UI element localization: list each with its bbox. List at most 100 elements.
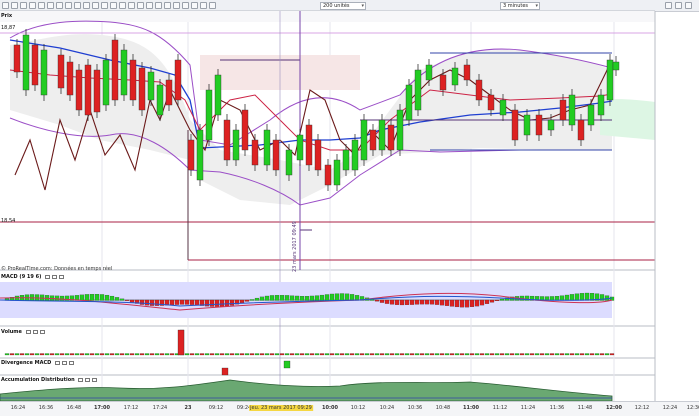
volume-bar — [369, 353, 375, 356]
volume-bar — [299, 353, 305, 356]
candle-bear — [13, 44, 21, 73]
time-tick-label: 17:24 — [152, 405, 168, 411]
volume-bar — [279, 353, 285, 356]
candle-bear — [66, 61, 74, 96]
chart-canvas[interactable] — [0, 0, 699, 401]
macd-panel-title: MACD (9 19 6) — [1, 274, 65, 280]
time-tick-label: 11:36 — [549, 405, 565, 411]
candle-bull — [205, 89, 213, 141]
macd-histogram-bar — [464, 299, 470, 308]
close-icon[interactable] — [69, 360, 75, 365]
divergence-bar — [221, 367, 229, 376]
volume-bar — [34, 353, 40, 356]
volume-bar — [489, 353, 495, 356]
candle-bull — [22, 34, 30, 91]
macd-histogram-bar — [574, 293, 580, 301]
macd-histogram-bar — [244, 299, 250, 302]
volume-bar — [194, 353, 200, 356]
close-icon[interactable] — [39, 329, 45, 334]
time-axis: 16:24 16:36 16:48 17:00 17:12 17:24 23 09:12 09:… — [0, 401, 699, 416]
volume-bar — [374, 353, 380, 356]
volume-bar — [414, 353, 420, 356]
volume-bar — [74, 353, 80, 356]
macd-histogram-bar — [389, 299, 395, 305]
candle-bear — [31, 44, 39, 86]
macd-histogram-bar — [259, 296, 265, 301]
macd-histogram-bar — [294, 295, 300, 301]
macd-histogram-bar — [279, 295, 285, 301]
candle-bull — [425, 64, 433, 81]
macd-histogram-bar — [209, 299, 215, 307]
macd-histogram-bar — [254, 297, 260, 301]
wrench-icon[interactable] — [25, 329, 31, 334]
volume-bar — [324, 353, 330, 356]
close-icon[interactable] — [92, 377, 98, 382]
volume-bar — [559, 353, 565, 356]
volume-bar — [54, 353, 60, 356]
macd-histogram-bar — [419, 299, 425, 305]
candle-bear — [57, 54, 65, 89]
volume-bar — [244, 353, 250, 356]
macd-histogram-bar — [144, 299, 150, 306]
volume-bar — [359, 353, 365, 356]
volume-bar — [94, 353, 100, 356]
volume-bar — [49, 353, 55, 356]
macd-histogram-bar — [404, 299, 410, 305]
macd-histogram-bar — [104, 294, 110, 301]
volume-bar — [409, 353, 415, 356]
macd-histogram-bar — [384, 299, 390, 304]
candle-bear — [439, 74, 447, 91]
candle-bear — [174, 59, 182, 101]
macd-histogram-bar — [409, 299, 415, 305]
candle-bear — [251, 139, 259, 166]
macd-histogram-bar — [569, 294, 575, 301]
volume-bar — [39, 353, 45, 356]
volume-bar — [259, 353, 265, 356]
volume-bar — [524, 353, 530, 356]
volume-bar — [479, 353, 485, 356]
wrench-icon[interactable] — [55, 360, 61, 365]
volume-bar — [439, 353, 445, 356]
volume-bar — [594, 353, 600, 356]
wrench-icon[interactable] — [45, 274, 51, 279]
volume-bar — [589, 353, 595, 356]
time-tick-label: jeu. 23 mars 2017 09:29 — [249, 405, 313, 411]
candle-bull — [499, 99, 507, 116]
macd-histogram-bar — [94, 294, 100, 301]
wrench-icon[interactable] — [78, 377, 84, 382]
volume-bar — [379, 353, 385, 356]
candle-bear — [475, 79, 483, 101]
macd-histogram-bar — [99, 294, 105, 301]
volume-bar — [274, 353, 280, 356]
candle-bull — [568, 94, 576, 126]
window-icon[interactable] — [85, 377, 91, 382]
candle-bull — [285, 149, 293, 176]
candle-bear — [369, 129, 377, 151]
macd-histogram-bar — [129, 299, 135, 303]
volume-bar — [134, 353, 140, 356]
volume-bar — [604, 353, 610, 356]
window-icon[interactable] — [62, 360, 68, 365]
volume-bar — [114, 353, 120, 356]
volume-bar — [304, 353, 310, 356]
volume-bar — [109, 353, 115, 356]
candle-bull — [120, 49, 128, 96]
window-icon[interactable] — [52, 274, 58, 279]
volume-bar — [509, 353, 515, 356]
time-tick-label: 16:36 — [38, 405, 54, 411]
volume-bar — [394, 353, 400, 356]
close-icon[interactable] — [59, 274, 65, 279]
macd-histogram-bar — [314, 295, 320, 301]
window-icon[interactable] — [32, 329, 38, 334]
volume-bar — [404, 353, 410, 356]
time-tick-label: 17:00 — [94, 405, 110, 411]
volume-bar — [209, 353, 215, 356]
volume-bar — [499, 353, 505, 356]
volume-bar — [164, 353, 170, 356]
volume-bar — [59, 353, 65, 356]
candle-bull — [296, 134, 304, 161]
accumulation-panel-title: Accumulation Distribution — [1, 377, 98, 383]
volume-bar — [529, 353, 535, 356]
macd-histogram-bar — [109, 295, 115, 301]
time-tick-label: 11:48 — [577, 405, 593, 411]
